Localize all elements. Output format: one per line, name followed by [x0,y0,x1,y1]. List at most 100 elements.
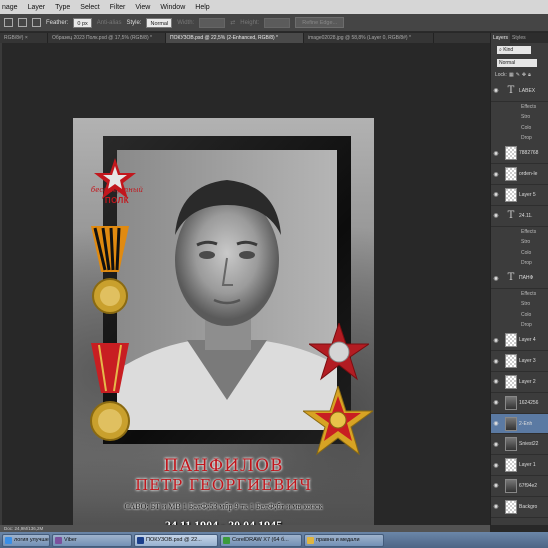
tab-layers[interactable]: Layers [491,33,511,43]
layer-row[interactable]: ◉ T ПАНФ [491,268,548,289]
layer-name: Layer 4 [519,337,536,344]
document-tabs: RGB/8#) × Образец 2023 Полк.psd @ 17,5% … [0,33,490,43]
layer-effect-item[interactable]: Stro [491,299,548,309]
visibility-eye-icon[interactable]: ◉ [491,482,501,489]
layer-row[interactable]: ◉ Layer 2 [491,372,548,393]
selection-mode-intersect-icon[interactable] [32,18,41,27]
medal-victory-over-germany-icon [91,226,129,314]
logo-text-regiment: ПОЛК [104,196,130,205]
taskbar-item-folder[interactable]: правна и медали [304,533,384,547]
text-layer-icon: T [505,271,517,285]
layer-row[interactable]: ◉ 2-Enh [491,413,548,435]
height-input[interactable] [264,17,291,28]
menu-window[interactable]: Window [160,4,185,11]
layer-effect-item[interactable]: Effects [491,227,548,237]
menu-select[interactable]: Select [80,4,99,11]
menu-help[interactable]: Help [195,4,209,11]
canvas-area[interactable]: бессмертный ПОЛК ПАНФИЛОВ ПЕТР ГЕОРГИЕВИ… [2,43,490,543]
layer-effect-label: Stro [521,239,531,246]
menu-view[interactable]: View [135,4,150,11]
layer-effect-label: Effects [521,291,537,298]
layer-effect-item[interactable]: Effects [491,289,548,299]
layer-row[interactable]: ◉ orden-le [491,164,548,185]
visibility-eye-icon[interactable]: ◉ [491,420,501,427]
swap-icon[interactable]: ⇄ [230,19,235,26]
antialias-checkbox[interactable]: Anti-alias [97,20,122,26]
layer-name: ПАНФ [519,275,534,281]
style-select[interactable]: Normal [146,17,173,28]
menu-filter[interactable]: Filter [110,4,126,11]
visibility-eye-icon[interactable]: ◉ [491,441,501,448]
layer-effect-item[interactable]: Drop [491,133,548,143]
feather-input[interactable]: 0 px [73,17,92,28]
layer-row[interactable]: ◉ Layer 5 [491,185,548,206]
taskbar-item-coreldraw[interactable]: CorelDRAW X7 (64 б... [220,533,302,547]
layer-name: 1624256 [519,399,539,406]
folder-icon [307,536,314,544]
layer-row[interactable]: ◉ Layer 1 [491,455,548,477]
visibility-eye-icon[interactable]: ◉ [491,87,501,94]
selection-mode-new-icon[interactable] [4,18,13,27]
layer-row[interactable]: ◉ 1624256 [491,393,548,414]
poster-document[interactable]: бессмертный ПОЛК ПАНФИЛОВ ПЕТР ГЕОРГИЕВИ… [73,118,374,543]
layer-row[interactable]: ◉ Layer 4 [491,330,548,352]
layer-effect-item[interactable]: Drop [491,320,548,330]
visibility-eye-icon[interactable]: ◉ [491,150,501,157]
poster-given-names: ПЕТР ГЕОРГИЕВИЧ [135,476,312,494]
visibility-eye-icon[interactable]: ◉ [491,399,501,406]
tab-doc-1[interactable]: RGB/8#) × [0,33,48,43]
visibility-eye-icon[interactable]: ◉ [491,337,501,344]
visibility-eye-icon[interactable]: ◉ [491,358,501,365]
layer-row[interactable]: ◉ Sniest22 [491,434,548,456]
layer-row[interactable]: ◉ T 24.11. [491,206,548,227]
taskbar-label: логия улучше... [14,537,50,543]
width-input[interactable] [199,17,226,28]
taskbar-item-browser[interactable]: логия улучше... [2,533,50,547]
lock-all-icon[interactable]: 🔒︎ [528,72,531,78]
selection-mode-add-icon[interactable] [18,18,27,27]
layer-effect-item[interactable]: Stro [491,237,548,247]
visibility-eye-icon[interactable]: ◉ [491,212,501,219]
lock-position-icon[interactable]: ✥ [522,72,526,78]
layer-row[interactable]: ◉ Layer 3 [491,351,548,373]
taskbar-label: Viber [64,537,77,543]
layer-name: 7882768 [519,150,539,157]
text-layer-icon: T [505,83,517,98]
visibility-eye-icon[interactable]: ◉ [491,275,501,282]
layer-row[interactable]: ◉ 7882768 [491,143,548,165]
layer-effect-item[interactable]: Colo [491,123,548,133]
text-layer-icon: T [505,208,517,223]
visibility-eye-icon[interactable]: ◉ [491,462,501,469]
visibility-eye-icon[interactable]: ◉ [491,191,501,198]
layer-row[interactable]: ◉ 67f94e2 [491,476,548,497]
visibility-eye-icon[interactable]: ◉ [491,503,501,510]
layer-effect-item[interactable]: Colo [491,310,548,320]
width-label: Width: [177,19,195,26]
tab-doc-2[interactable]: Образец 2023 Полк.psd @ 17,5% (RGB/8) * [48,33,166,43]
tab-doc-4[interactable]: image02028.jpg @ 58,8% (Layer 0, RGB/8#)… [304,33,434,43]
layer-effect-item[interactable]: Colo [491,247,548,257]
lock-paint-icon[interactable]: ✎ [516,72,520,78]
layer-filter-select[interactable]: ⌕ Kind [497,46,531,54]
refine-edge-button[interactable]: Refine Edge... [295,17,345,28]
blend-mode-select[interactable]: Normal [497,59,537,67]
menu-type[interactable]: Type [55,4,70,11]
order-patriotic-war-icon [303,386,373,456]
tab-styles[interactable]: Styles [510,33,528,43]
taskbar-item-photoshop[interactable]: ПОКУЗОВ.psd @ 22... [134,533,218,547]
menu-layer[interactable]: Layer [28,4,46,11]
layer-effect-item[interactable]: Stro [491,112,548,122]
lock-pixels-icon[interactable]: ▦ [509,72,514,78]
layer-thumbnail [505,437,517,452]
layer-effect-item[interactable]: Drop [491,258,548,268]
layer-effect-item[interactable]: Effects [491,102,548,112]
visibility-eye-icon[interactable]: ◉ [491,378,501,385]
visibility-eye-icon[interactable]: ◉ [491,171,501,178]
layer-row[interactable]: ◉ T LABEX [491,81,548,102]
tab-doc-3[interactable]: ПОКУЗОВ.psd @ 22,5% (2-Enhanced, RGB/8) … [166,33,304,43]
menu-image[interactable]: nage [2,4,18,11]
taskbar-item-viber[interactable]: Viber [52,533,132,547]
layer-name: Layer 1 [519,462,536,469]
layer-row[interactable]: ◉ Backgro [491,497,548,518]
layer-effect-label: Colo [521,124,532,131]
